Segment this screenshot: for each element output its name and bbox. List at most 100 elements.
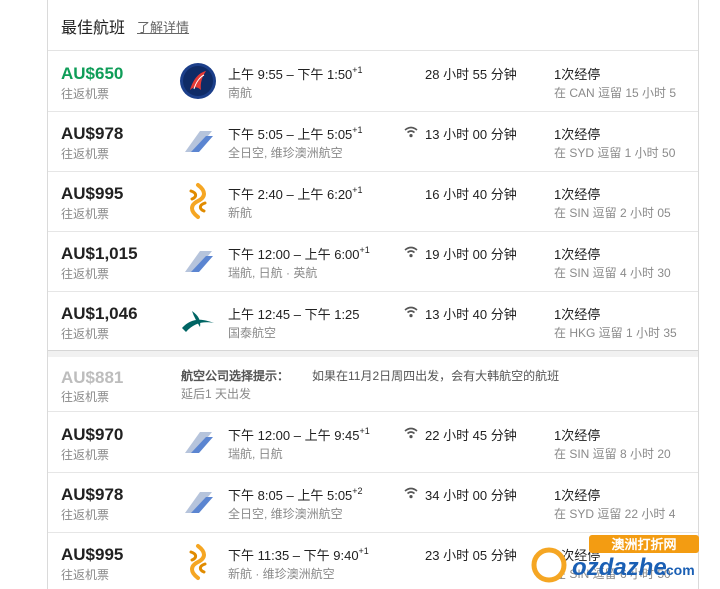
price-type: 往返机票 <box>61 508 110 522</box>
flight-duration: 13 小时 40 分钟 <box>425 307 517 322</box>
stop-count: 1次经停 <box>554 307 601 322</box>
flight-row[interactable]: AU$970 往返机票 下午 12:00 – 上午 9:45+1 瑞航, 日航 22 小… <box>48 412 698 473</box>
day-offset: +1 <box>352 64 363 75</box>
price: AU$978 <box>61 485 124 504</box>
price: AU$995 <box>61 184 124 203</box>
wifi-icon <box>404 426 418 439</box>
price: AU$978 <box>61 124 124 143</box>
stop-count: 1次经停 <box>554 488 601 503</box>
flight-row[interactable]: AU$1,015 往返机票 下午 12:00 – 上午 6:00+1 瑞航, 日航 ·… <box>48 231 698 292</box>
departure-arrival: 下午 2:40 – 上午 6:20 <box>228 187 353 202</box>
airline-name: 瑞航, 日航 · 英航 <box>228 266 318 280</box>
layover-info: 在 SIN 逗留 2 小时 05 <box>554 206 671 220</box>
layover-info: 在 CAN 逗留 15 小时 5 <box>554 86 677 100</box>
airline-tip-row[interactable]: AU$881 往返机票 航空公司选择提示： 如果在11月2日周四出发，会有大韩航… <box>48 356 698 412</box>
flight-duration: 16 小时 40 分钟 <box>425 187 517 202</box>
wifi-icon <box>404 486 418 499</box>
price-type: 往返机票 <box>61 147 110 161</box>
layover-info: 在 HKG 逗留 1 小时 35 <box>554 326 677 340</box>
price-type: 往返机票 <box>61 327 110 341</box>
price: AU$970 <box>61 425 124 444</box>
price: AU$1,015 <box>61 244 138 263</box>
section-title: 最佳航班 <box>61 20 126 37</box>
flight-results-panel: 最佳航班 了解详情 AU$650 往返机票 上午 9:55 – 下午 1:50+1 南… <box>47 0 699 589</box>
flight-duration: 28 小时 55 分钟 <box>425 67 517 82</box>
wifi-icon <box>404 305 418 318</box>
svg-text:.com: .com <box>662 562 695 578</box>
flight-times: 下午 11:35 – 下午 9:40+1 <box>228 545 369 564</box>
svg-text:澳洲打折网: 澳洲打折网 <box>611 537 676 552</box>
day-offset: +1 <box>358 545 369 556</box>
flight-times: 下午 12:00 – 上午 6:00+1 <box>228 244 370 263</box>
layover-info: 在 SYD 逗留 22 小时 4 <box>554 507 676 521</box>
flight-times: 上午 9:55 – 下午 1:50+1 <box>228 64 363 83</box>
price-type: 往返机票 <box>61 267 110 281</box>
china-southern-logo <box>179 62 217 100</box>
price: AU$995 <box>61 545 124 564</box>
departure-arrival: 上午 12:45 – 下午 1:25 <box>228 307 360 322</box>
price-type: 往返机票 <box>61 207 110 221</box>
wifi-icon <box>404 125 418 138</box>
day-offset: +1 <box>359 425 370 436</box>
stop-count: 1次经停 <box>554 247 601 262</box>
departure-arrival: 上午 9:55 – 下午 1:50 <box>228 67 353 82</box>
tail-fin-logo <box>179 423 217 461</box>
singapore-airlines-logo <box>179 543 217 581</box>
day-offset: +1 <box>352 124 363 135</box>
tip-price: AU$881 <box>61 368 124 387</box>
flight-duration: 22 小时 45 分钟 <box>425 428 517 443</box>
flight-duration: 13 小时 00 分钟 <box>425 127 517 142</box>
flight-row[interactable]: AU$978 往返机票 下午 5:05 – 上午 5:05+1 全日空, 维珍澳洲航空… <box>48 111 698 172</box>
stop-count: 1次经停 <box>554 67 601 82</box>
day-offset: +1 <box>359 244 370 255</box>
flight-times: 下午 2:40 – 上午 6:20+1 <box>228 184 363 203</box>
tip-delay-note: 延后1 天出发 <box>181 387 252 401</box>
tail-fin-logo <box>179 483 217 521</box>
watermark-logo: 澳洲打折网 ozdazhe .com <box>531 535 699 583</box>
stop-count: 1次经停 <box>554 187 601 202</box>
layover-info: 在 SIN 逗留 8 小时 20 <box>554 447 671 461</box>
departure-arrival: 下午 12:00 – 上午 6:00 <box>228 247 360 262</box>
airline-name: 南航 <box>228 86 253 100</box>
airline-name: 全日空, 维珍澳洲航空 <box>228 146 343 160</box>
price: AU$1,046 <box>61 304 138 323</box>
airline-name: 国泰航空 <box>228 326 277 340</box>
flight-duration: 19 小时 00 分钟 <box>425 247 517 262</box>
tip-text: 如果在11月2日周四出发，会有大韩航空的航班 <box>312 369 560 383</box>
flight-times: 下午 5:05 – 上午 5:05+1 <box>228 124 363 143</box>
day-offset: +1 <box>352 184 363 195</box>
departure-arrival: 下午 12:00 – 上午 9:45 <box>228 428 360 443</box>
flight-times: 上午 12:45 – 下午 1:25 <box>228 304 360 323</box>
flight-row[interactable]: AU$650 往返机票 上午 9:55 – 下午 1:50+1 南航 28 小时 55 … <box>48 51 698 112</box>
flight-row[interactable]: AU$978 往返机票 下午 8:05 – 上午 5:05+2 全日空, 维珍澳洲航空… <box>48 472 698 533</box>
airline-name: 全日空, 维珍澳洲航空 <box>228 507 343 521</box>
wifi-icon <box>404 245 418 258</box>
flight-row[interactable]: AU$995 往返机票 下午 2:40 – 上午 6:20+1 新航 16 小时 40 … <box>48 171 698 232</box>
tip-label: 航空公司选择提示： <box>181 369 290 383</box>
flight-times: 下午 12:00 – 上午 9:45+1 <box>228 425 370 444</box>
departure-arrival: 下午 11:35 – 下午 9:40 <box>228 548 359 563</box>
flight-duration: 34 小时 00 分钟 <box>425 488 517 503</box>
flight-duration: 23 小时 05 分钟 <box>425 548 517 563</box>
singapore-airlines-logo <box>179 182 217 220</box>
best-flights-header: 最佳航班 了解详情 <box>48 0 698 51</box>
tail-fin-logo <box>179 242 217 280</box>
stop-count: 1次经停 <box>554 127 601 142</box>
flight-row[interactable]: AU$1,046 往返机票 上午 12:45 – 下午 1:25 国泰航空 13 小时 … <box>48 291 698 352</box>
tip-price-sub: 往返机票 <box>61 390 110 404</box>
layover-info: 在 SIN 逗留 4 小时 30 <box>554 266 671 280</box>
flight-times: 下午 8:05 – 上午 5:05+2 <box>228 485 363 504</box>
svg-text:ozdazhe: ozdazhe <box>572 554 667 581</box>
learn-more-link[interactable]: 了解详情 <box>137 17 189 36</box>
tail-fin-logo <box>179 122 217 160</box>
cathay-pacific-logo <box>179 302 217 340</box>
airline-name: 新航 <box>228 206 253 220</box>
price-type: 往返机票 <box>61 448 110 462</box>
departure-arrival: 下午 8:05 – 上午 5:05 <box>228 488 353 503</box>
layover-info: 在 SYD 逗留 1 小时 50 <box>554 146 676 160</box>
stop-count: 1次经停 <box>554 428 601 443</box>
airline-name: 新航 · 维珍澳洲航空 <box>228 567 335 581</box>
price: AU$650 <box>61 64 124 83</box>
airline-name: 瑞航, 日航 <box>228 447 283 461</box>
departure-arrival: 下午 5:05 – 上午 5:05 <box>228 127 353 142</box>
